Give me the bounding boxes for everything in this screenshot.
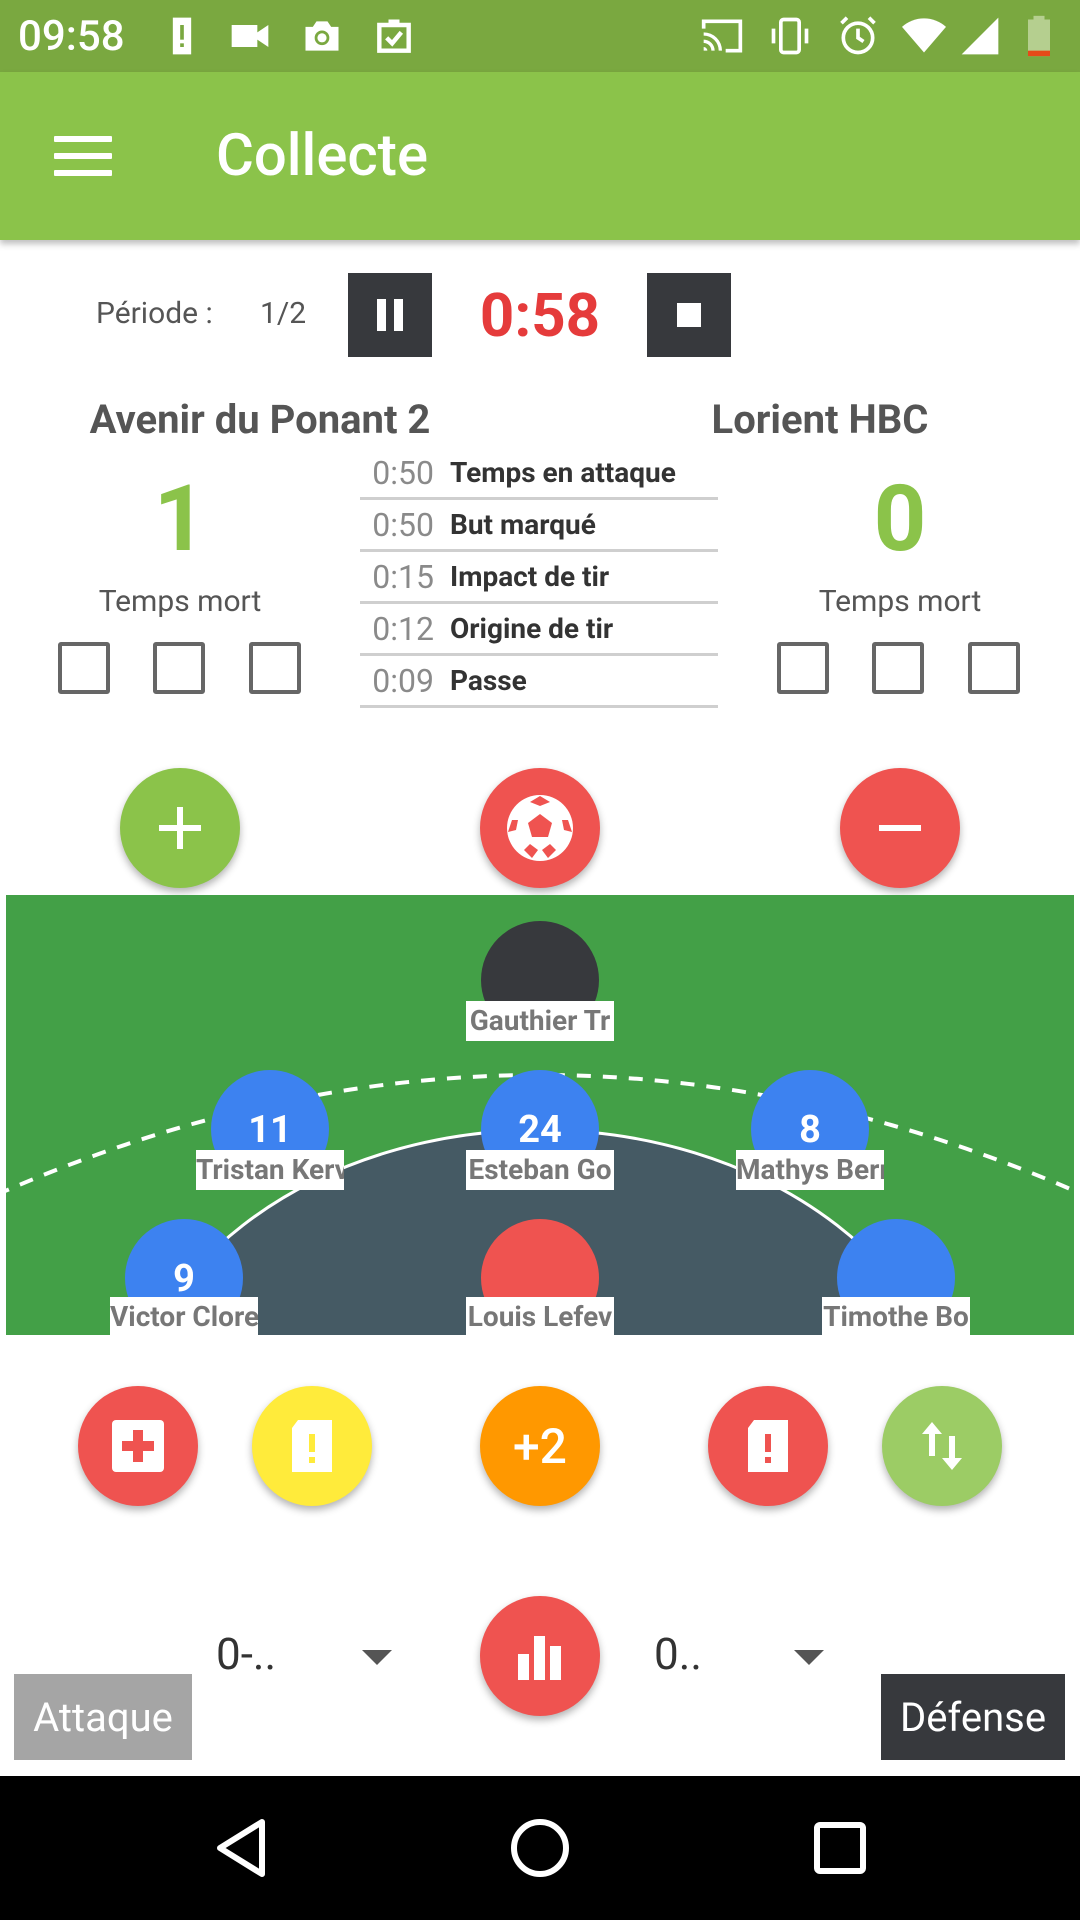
pause-icon bbox=[377, 299, 403, 331]
remove-goal-button[interactable] bbox=[840, 768, 960, 888]
alert-icon bbox=[172, 17, 192, 55]
event-time: 0:15 bbox=[372, 557, 434, 596]
camera-icon bbox=[305, 21, 339, 51]
event-row[interactable]: 0:15 Impact de tir bbox=[360, 552, 718, 604]
team-right-score: 0 bbox=[873, 466, 927, 573]
event-time: 0:12 bbox=[372, 609, 434, 648]
chevron-down-icon[interactable] bbox=[362, 1650, 392, 1665]
player-name: Esteban Go bbox=[466, 1150, 614, 1190]
signal-icon bbox=[961, 17, 999, 55]
event-name: Temps en attaque bbox=[450, 456, 676, 489]
red-card-button[interactable] bbox=[708, 1386, 828, 1506]
team-left-timeout-checkbox-3[interactable] bbox=[249, 642, 301, 694]
player-name: Timothe Bo bbox=[822, 1297, 970, 1335]
chevron-down-icon[interactable] bbox=[794, 1650, 824, 1665]
team-right-timeout-checkbox-2[interactable] bbox=[872, 642, 924, 694]
swap-vertical-icon bbox=[922, 1422, 962, 1470]
player-name: Tristan Kerv bbox=[196, 1150, 344, 1190]
team-left-timeout-checkbox-2[interactable] bbox=[153, 642, 205, 694]
event-time: 0:50 bbox=[372, 453, 434, 492]
app-title: Collecte bbox=[216, 122, 429, 190]
event-row[interactable]: 0:50 But marqué bbox=[360, 500, 718, 552]
video-icon bbox=[231, 25, 269, 47]
attaque-button[interactable]: Attaque bbox=[14, 1674, 192, 1760]
home-icon[interactable] bbox=[508, 1816, 572, 1880]
two-minutes-label: +2 bbox=[513, 1417, 567, 1475]
add-goal-button[interactable] bbox=[120, 768, 240, 888]
yellow-card-icon bbox=[292, 1420, 332, 1472]
clipboard-check-icon bbox=[377, 19, 411, 53]
back-icon[interactable] bbox=[210, 1816, 274, 1880]
event-time: 0:09 bbox=[372, 661, 434, 700]
yellow-card-button[interactable] bbox=[252, 1386, 372, 1506]
player-name: Mathys Berr bbox=[736, 1150, 884, 1190]
event-list: 0:50 Temps en attaque 0:50 But marqué 0:15… bbox=[360, 448, 718, 708]
ball-button[interactable] bbox=[480, 768, 600, 888]
player-name: Louis Lefev bbox=[466, 1297, 614, 1335]
period-label: Période : bbox=[96, 296, 213, 331]
stop-icon bbox=[677, 303, 701, 327]
menu-icon[interactable] bbox=[54, 136, 112, 176]
recents-icon[interactable] bbox=[808, 1816, 872, 1880]
soccer-ball-icon bbox=[507, 795, 573, 861]
vibrate-icon bbox=[771, 17, 809, 55]
team-left-timeout-label: Temps mort bbox=[98, 584, 262, 619]
game-clock: 0:58 bbox=[479, 280, 601, 351]
team-left-score: 1 bbox=[153, 466, 207, 573]
alarm-icon bbox=[840, 16, 876, 55]
team-right-timeout-label: Temps mort bbox=[818, 584, 982, 619]
event-row[interactable]: 0:50 Temps en attaque bbox=[360, 448, 718, 500]
navigation-bar bbox=[0, 1776, 1080, 1920]
event-row[interactable]: 0:09 Passe bbox=[360, 656, 718, 708]
player-name: Victor Clore bbox=[110, 1297, 258, 1335]
period-value: 1/2 bbox=[260, 296, 307, 331]
stop-button[interactable] bbox=[647, 273, 731, 357]
medical-cross-icon bbox=[112, 1420, 164, 1472]
team-left-timeout-checkbox-1[interactable] bbox=[58, 642, 110, 694]
team-right-timeout-checkbox-1[interactable] bbox=[777, 642, 829, 694]
status-bar: 09:58 bbox=[0, 0, 1080, 72]
two-minutes-button[interactable]: +2 bbox=[480, 1386, 600, 1506]
team-left-name: Avenir du Ponant 2 bbox=[89, 396, 431, 443]
injury-button[interactable] bbox=[78, 1386, 198, 1506]
cast-icon bbox=[701, 19, 743, 53]
app-bar: Collecte bbox=[0, 72, 1080, 240]
playing-field[interactable]: Gauthier Tr 11 Tristan Kerv 24 Esteban G… bbox=[6, 895, 1074, 1335]
minus-icon bbox=[879, 825, 921, 831]
plus-icon bbox=[159, 807, 201, 849]
event-name: Origine de tir bbox=[450, 612, 614, 645]
event-name: Impact de tir bbox=[450, 560, 610, 593]
bar-chart-icon bbox=[518, 1636, 561, 1680]
team-right-timeout-checkbox-3[interactable] bbox=[968, 642, 1020, 694]
player-name: Gauthier Tr bbox=[466, 1001, 614, 1041]
wifi-icon bbox=[902, 18, 946, 53]
pause-button[interactable] bbox=[348, 273, 432, 357]
team-right-name: Lorient HBC bbox=[711, 396, 929, 443]
red-card-icon bbox=[748, 1420, 788, 1472]
substitution-button[interactable] bbox=[882, 1386, 1002, 1506]
battery-low-icon bbox=[1028, 15, 1050, 57]
defense-button[interactable]: Défense bbox=[881, 1674, 1065, 1760]
event-time: 0:50 bbox=[372, 505, 434, 544]
event-name: Passe bbox=[450, 664, 527, 697]
dropdown-right-value[interactable]: 0.. bbox=[654, 1628, 702, 1680]
status-time: 09:58 bbox=[18, 12, 125, 61]
event-name: But marqué bbox=[450, 508, 596, 541]
dropdown-left-value[interactable]: 0-.. bbox=[216, 1628, 276, 1680]
event-row[interactable]: 0:12 Origine de tir bbox=[360, 604, 718, 656]
stats-button[interactable] bbox=[480, 1596, 600, 1716]
